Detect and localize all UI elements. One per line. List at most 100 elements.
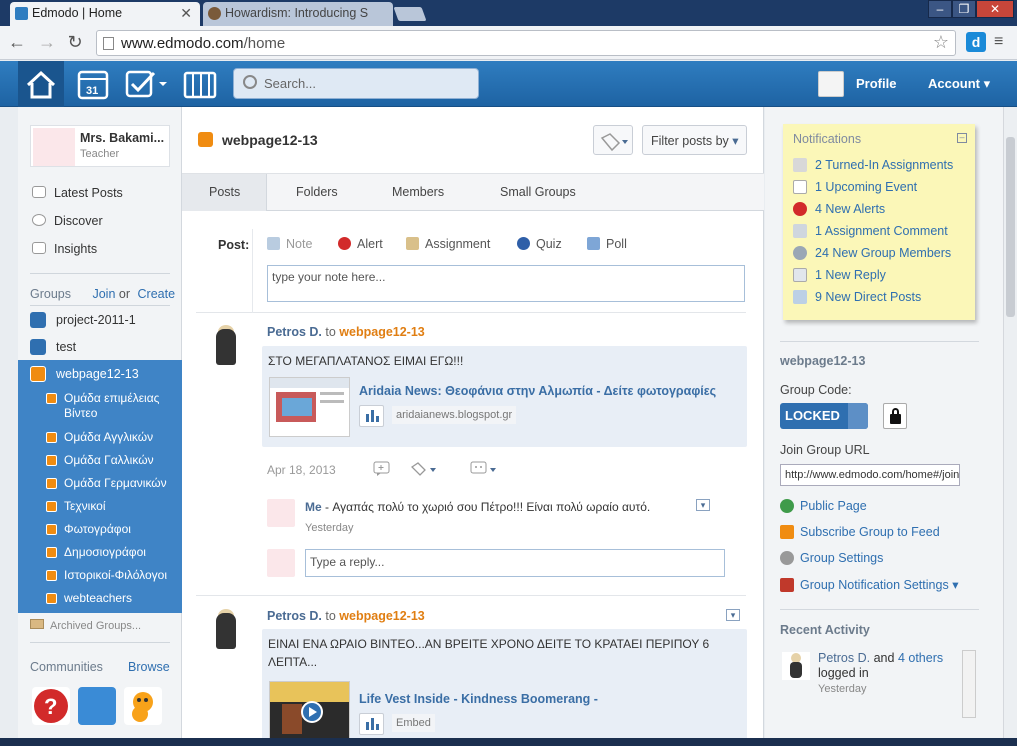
react-icon[interactable] bbox=[470, 461, 500, 480]
activity-text: Petros D. and 4 others logged in bbox=[818, 651, 953, 681]
post-author[interactable]: Petros D. bbox=[267, 325, 322, 339]
notification-item[interactable]: 1 Assignment Comment bbox=[793, 224, 948, 238]
close-tab-icon[interactable]: ✕ bbox=[180, 5, 192, 22]
post-bubble: ΕΙΝΑΙ ΕΝΑ ΩΡΑΙΟ ΒΙΝΤΕΟ...ΑΝ ΒΡΕΙΤΕ ΧΡΟΝΟ… bbox=[262, 629, 747, 746]
post-group[interactable]: webpage12-13 bbox=[339, 609, 424, 623]
page-scrollbar[interactable] bbox=[1003, 107, 1017, 746]
address-bar[interactable]: www.edmodo.com/home ☆ bbox=[96, 30, 956, 56]
reply-input[interactable]: Type a reply... bbox=[305, 549, 725, 577]
help-community-icon[interactable]: ? bbox=[32, 687, 70, 725]
join-url-field[interactable]: http://www.edmodo.com/home#/join bbox=[780, 464, 960, 486]
activity-author[interactable]: Petros D. bbox=[818, 651, 870, 665]
avatar[interactable] bbox=[818, 71, 844, 97]
note-input[interactable]: type your note here... bbox=[267, 265, 745, 302]
account-menu[interactable]: Account ▾ bbox=[928, 76, 990, 92]
filter-posts-button[interactable]: Filter posts by ▾ bbox=[642, 125, 747, 155]
selected-group[interactable]: webpage12-13 Ομάδα επιμέλειας Βίντεο Ομά… bbox=[18, 360, 182, 613]
notification-item[interactable]: 2 Turned-In Assignments bbox=[793, 158, 953, 172]
library-icon[interactable] bbox=[182, 67, 218, 101]
minimize-icon[interactable]: – bbox=[928, 0, 952, 18]
create-group-link[interactable]: Create bbox=[138, 287, 176, 301]
link-label: Subscribe Group to Feed bbox=[800, 525, 940, 539]
calendar-icon[interactable]: 31 bbox=[76, 67, 110, 101]
lock-icon[interactable] bbox=[883, 403, 907, 429]
tab-small-groups[interactable]: Small Groups bbox=[500, 185, 576, 199]
community-badge-icon[interactable] bbox=[78, 687, 116, 725]
collapse-icon[interactable]: – bbox=[957, 133, 967, 143]
post-type-note[interactable]: Note bbox=[267, 237, 312, 251]
reply-options-icon[interactable]: ▾ bbox=[696, 499, 710, 511]
reload-icon[interactable]: ↻ bbox=[64, 32, 86, 54]
group-code-button[interactable]: LOCKED bbox=[780, 403, 868, 429]
bar-chart-icon[interactable] bbox=[359, 405, 384, 427]
close-window-icon[interactable]: ✕ bbox=[976, 0, 1014, 18]
nav-latest-posts[interactable]: Latest Posts bbox=[32, 186, 123, 200]
subgroup-swatch bbox=[46, 455, 57, 466]
reply-author[interactable]: Me bbox=[305, 500, 322, 514]
user-card[interactable]: Mrs. Bakami... Teacher bbox=[30, 125, 170, 167]
left-sidebar: Mrs. Bakami... Teacher Latest Posts Disc… bbox=[18, 107, 182, 746]
avatar[interactable] bbox=[206, 325, 246, 369]
reply-icon[interactable] bbox=[373, 461, 391, 480]
subscribe-feed-link[interactable]: Subscribe Group to Feed bbox=[780, 525, 940, 539]
link-title[interactable]: Aridaia News: Θεοφάνια στην Αλμωπία - Δε… bbox=[359, 384, 716, 398]
post-author[interactable]: Petros D. bbox=[267, 609, 322, 623]
nav-label: Discover bbox=[54, 214, 103, 228]
tab-posts[interactable]: Posts bbox=[182, 174, 267, 211]
join-group-link[interactable]: Join bbox=[92, 287, 115, 301]
browser-tab-howardism[interactable]: Howardism: Introducing S bbox=[203, 2, 393, 26]
bookmark-star-icon[interactable]: ☆ bbox=[933, 32, 949, 53]
notification-settings-link[interactable]: Group Notification Settings ▾ bbox=[780, 577, 958, 592]
tag-filter-button[interactable] bbox=[593, 125, 633, 155]
archived-label: Archived Groups... bbox=[50, 620, 142, 632]
scratch-cat-icon[interactable] bbox=[124, 687, 162, 725]
bar-chart-icon[interactable] bbox=[359, 713, 384, 735]
tab-members[interactable]: Members bbox=[392, 185, 444, 199]
assignments-icon[interactable] bbox=[124, 67, 168, 101]
back-icon[interactable]: ← bbox=[6, 32, 28, 54]
forward-icon[interactable]: → bbox=[36, 32, 58, 54]
notification-item[interactable]: 1 Upcoming Event bbox=[793, 180, 917, 194]
public-page-link[interactable]: Public Page bbox=[780, 499, 867, 513]
group-settings-link[interactable]: Group Settings bbox=[780, 551, 883, 565]
notification-text: 1 Upcoming Event bbox=[815, 180, 918, 194]
post-group[interactable]: webpage12-13 bbox=[339, 325, 424, 339]
page-icon bbox=[103, 37, 114, 50]
browser-menu-icon[interactable]: ≡ bbox=[994, 33, 1012, 51]
search-input[interactable]: Search... bbox=[233, 68, 479, 99]
link-title[interactable]: Life Vest Inside - Kindness Boomerang - bbox=[359, 692, 598, 706]
home-icon[interactable] bbox=[18, 61, 64, 107]
browse-communities-link[interactable]: Browse bbox=[128, 660, 170, 674]
link-thumbnail[interactable] bbox=[269, 377, 350, 437]
new-tab-button[interactable] bbox=[393, 7, 427, 21]
profile-link[interactable]: Profile bbox=[856, 76, 896, 91]
activity-scrollbar[interactable] bbox=[962, 650, 976, 718]
alert-icon bbox=[793, 202, 807, 216]
activity-others[interactable]: 4 others bbox=[898, 651, 943, 665]
notification-item[interactable]: 24 New Group Members bbox=[793, 246, 951, 260]
archived-groups-link[interactable]: Archived Groups... bbox=[30, 619, 141, 632]
post-type-alert[interactable]: Alert bbox=[338, 237, 383, 251]
extension-icon[interactable]: d bbox=[966, 32, 986, 52]
avatar[interactable] bbox=[267, 499, 295, 527]
maximize-icon[interactable]: ❐ bbox=[952, 0, 976, 18]
post-type-assignment[interactable]: Assignment bbox=[406, 237, 490, 251]
video-thumbnail[interactable] bbox=[269, 681, 350, 746]
post-type-poll[interactable]: Poll bbox=[587, 237, 627, 251]
nav-insights[interactable]: Insights bbox=[32, 242, 97, 256]
scrollbar-thumb[interactable] bbox=[1006, 137, 1015, 317]
notification-item[interactable]: 1 New Reply bbox=[793, 268, 886, 282]
subgroup-item[interactable]: Ομάδα επιμέλειας Βίντεο bbox=[46, 391, 180, 421]
chevron-down-icon[interactable] bbox=[848, 403, 868, 429]
tag-icon[interactable] bbox=[410, 461, 440, 480]
avatar[interactable] bbox=[782, 652, 810, 680]
notification-item[interactable]: 9 New Direct Posts bbox=[793, 290, 921, 304]
post-type-quiz[interactable]: Quiz bbox=[517, 237, 562, 251]
browser-tab-edmodo[interactable]: Edmodo | Home ✕ bbox=[10, 2, 200, 26]
avatar[interactable] bbox=[206, 609, 246, 653]
tab-folders[interactable]: Folders bbox=[296, 185, 338, 199]
notification-item[interactable]: 4 New Alerts bbox=[793, 202, 885, 216]
nav-discover[interactable]: Discover bbox=[32, 214, 103, 228]
link-label: Group Settings bbox=[800, 551, 884, 565]
post-options-icon[interactable]: ▾ bbox=[726, 609, 740, 621]
